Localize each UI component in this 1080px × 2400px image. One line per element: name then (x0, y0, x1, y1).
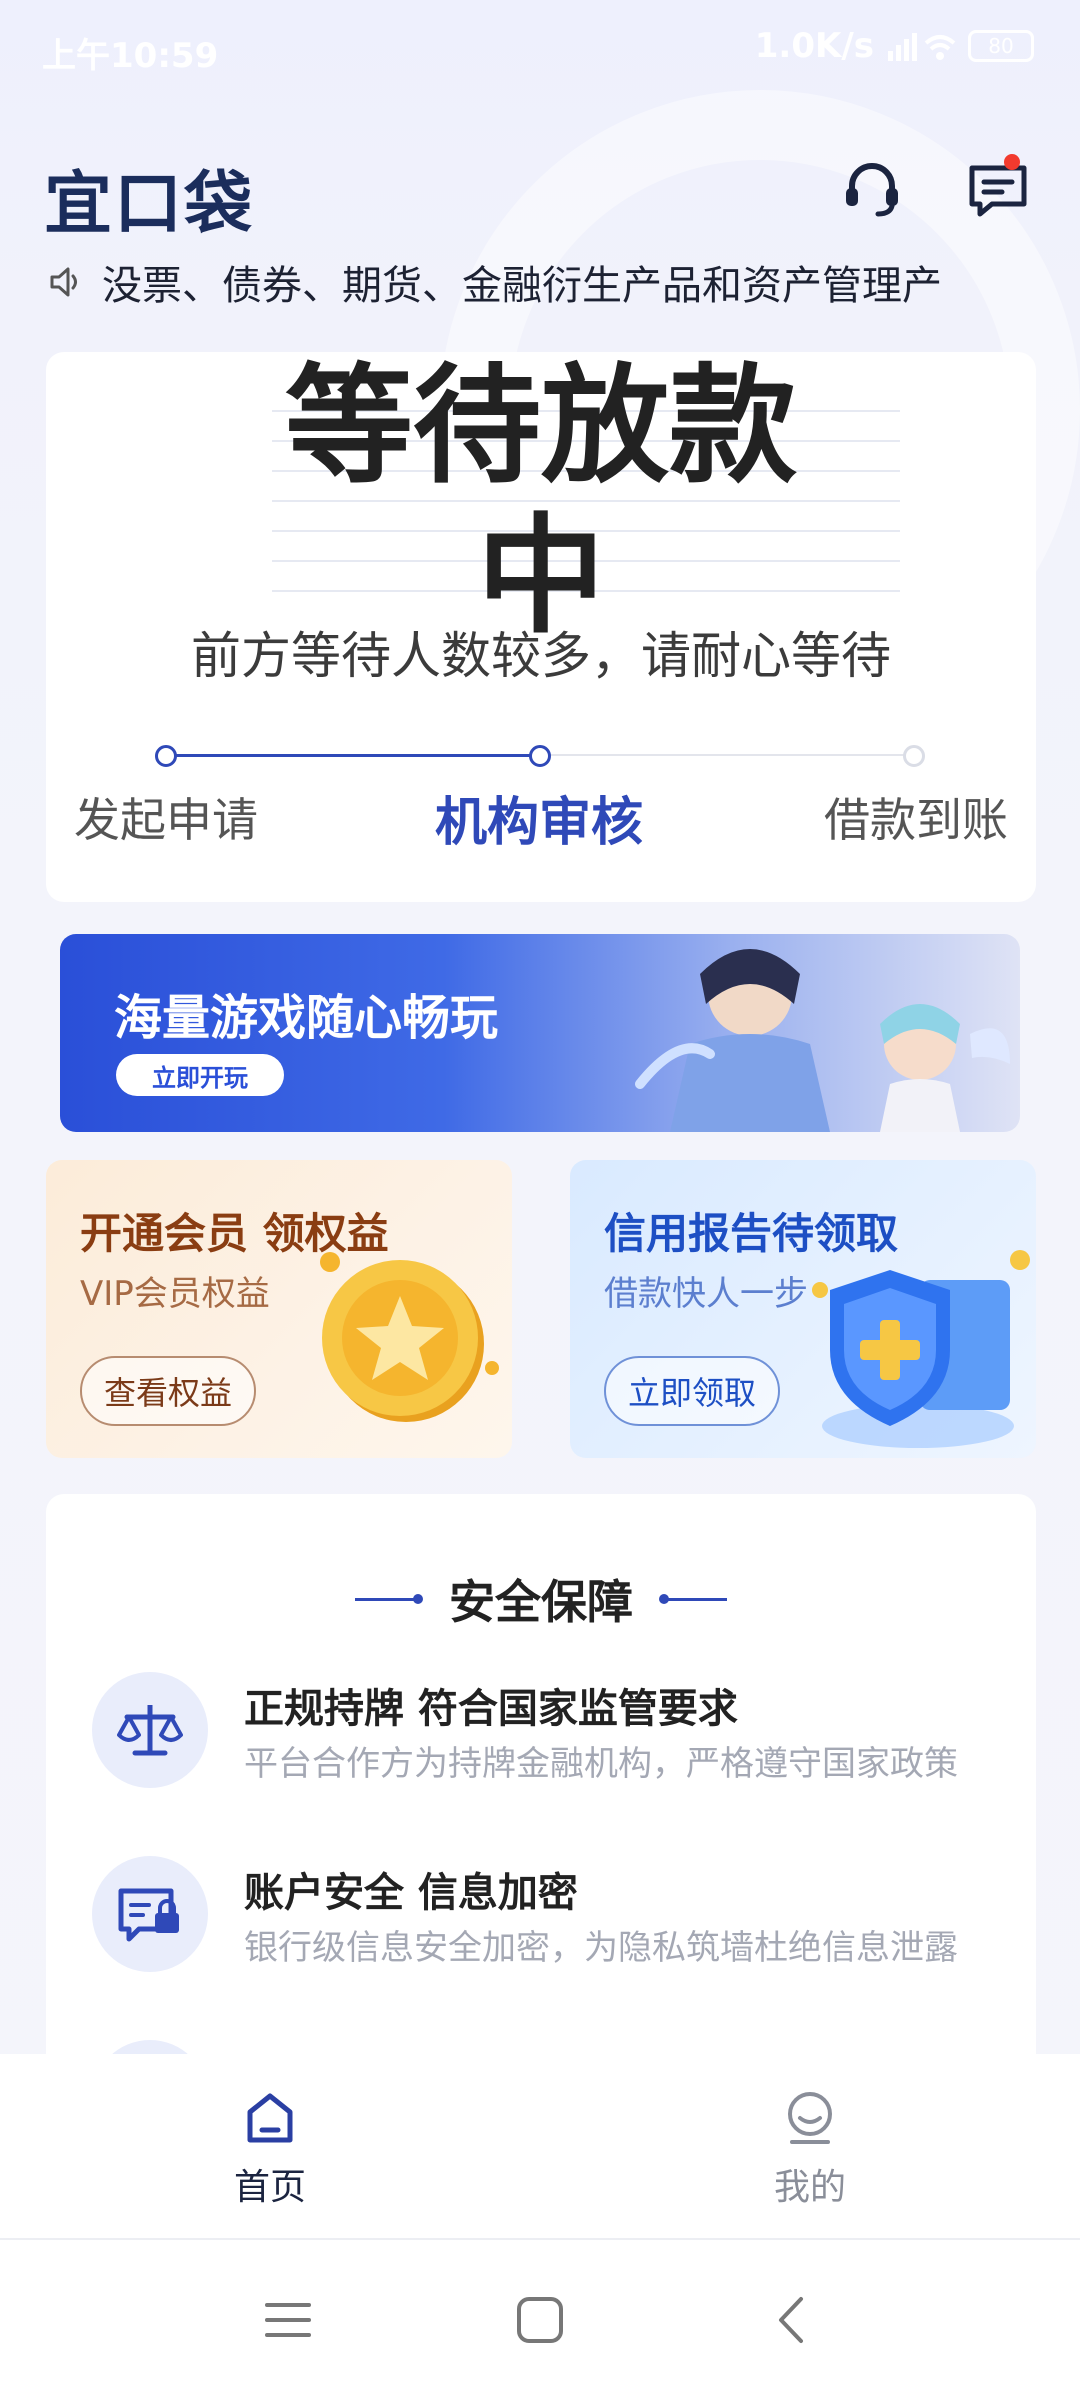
game-banner[interactable]: 海量游戏随心畅玩 立即开玩 (60, 934, 1020, 1132)
back-arrow-icon (779, 2297, 803, 2343)
vip-promo-card[interactable]: 开通会员 领权益 VIP会员权益 查看权益 (46, 1160, 512, 1458)
notice-marquee[interactable]: 没票、债券、期货、金融衍生产品和资产管理产 (48, 252, 1038, 312)
back-button[interactable] (752, 2280, 832, 2360)
safety-header-line-left (355, 1593, 423, 1604)
safety-item-licensed: 正规持牌 符合国家监管要求 平台合作方为持牌金融机构，严格遵守国家政策 (92, 1672, 1012, 1792)
home-button[interactable] (500, 2280, 580, 2360)
vip-promo-subtitle: VIP会员权益 (80, 1274, 270, 1314)
bottom-nav: 首页 我的 (0, 2054, 1080, 2240)
status-time: 上午10:59 (42, 36, 219, 76)
headset-icon[interactable] (840, 156, 904, 220)
battery-indicator: 80 (968, 30, 1034, 62)
safety-item-title: 账户安全 信息加密 (244, 1870, 578, 1916)
unread-badge (1004, 154, 1020, 170)
loan-status-card: 等待放款中 前方等待人数较多，请耐心等待 发起申请 机构审核 借款到账 (46, 352, 1036, 902)
safety-header-line-right (659, 1593, 727, 1604)
loan-status-subtitle: 前方等待人数较多，请耐心等待 (191, 627, 891, 685)
credit-promo-subtitle: 借款快人一步 (604, 1274, 808, 1314)
progress-line-done (166, 754, 540, 757)
safety-title: 安全保障 (449, 1575, 633, 1629)
profile-icon (788, 2092, 832, 2144)
step-label-apply: 发起申请 (74, 793, 258, 847)
safety-header: 安全保障 (46, 1566, 1036, 1632)
gold-coin-icon (320, 1252, 499, 1422)
recent-apps-button[interactable] (248, 2280, 328, 2360)
safety-section: 安全保障 正规持牌 符合国家监管要求 平台合作方为持牌金融机构，严格遵守国家政策 (46, 1494, 1036, 2156)
safety-item-encryption: 账户安全 信息加密 银行级信息安全加密，为隐私筑墙杜绝信息泄露 (92, 1856, 1012, 1976)
safety-item-desc: 平台合作方为持牌金融机构，严格遵守国家政策 (244, 1744, 958, 1784)
nav-label-home: 首页 (233, 2167, 306, 2208)
claim-report-button[interactable]: 立即领取 (604, 1356, 781, 1426)
square-icon (517, 2297, 563, 2343)
step-dot-apply (155, 745, 177, 767)
game-banner-title: 海量游戏随心畅玩 (114, 990, 499, 1046)
status-indicators: 1.0K/s 80 (755, 26, 1034, 66)
safety-item-desc: 银行级信息安全加密，为隐私筑墙杜绝信息泄露 (244, 1928, 958, 1968)
safety-item-title: 正规持牌 符合国家监管要求 (244, 1686, 738, 1732)
credit-report-card[interactable]: 信用报告待领取 借款快人一步 立即领取 (570, 1160, 1036, 1458)
network-speed: 1.0K/s (754, 26, 874, 66)
game-characters-illustration (635, 949, 1010, 1132)
nav-item-mine[interactable]: 我的 (710, 2088, 910, 2210)
notice-text: 没票、债券、期货、金融衍生产品和资产管理产 (102, 263, 942, 309)
nav-label-mine: 我的 (773, 2167, 846, 2208)
home-icon (247, 2093, 293, 2143)
status-bar: 上午10:59 1.0K/s 80 (0, 0, 1080, 96)
nav-item-home[interactable]: 首页 (170, 2088, 370, 2210)
message-icon[interactable] (966, 156, 1030, 220)
secure-card-icon (92, 1856, 208, 1972)
shield-icon (812, 1250, 1030, 1448)
step-dot-review (529, 745, 551, 767)
scale-icon (92, 1672, 208, 1788)
step-label-received: 借款到账 (824, 793, 1008, 847)
app-logo: 宜口袋 (44, 165, 255, 244)
play-now-button[interactable]: 立即开玩 (116, 1054, 284, 1096)
signal-wifi-icon (888, 33, 956, 61)
system-nav-bar (0, 2240, 1080, 2400)
loan-status-title: 等待放款中 (284, 352, 797, 651)
step-label-review: 机构审核 (435, 793, 644, 853)
step-dot-received (903, 745, 925, 767)
speaker-icon (50, 267, 77, 297)
menu-icon (265, 2303, 311, 2337)
app-screen: 上午10:59 1.0K/s 80 宜口袋 没票、债券、期货、金融衍生产品和资产… (0, 0, 1080, 2400)
progress-line-todo (540, 754, 914, 756)
view-benefits-button[interactable]: 查看权益 (80, 1356, 257, 1426)
